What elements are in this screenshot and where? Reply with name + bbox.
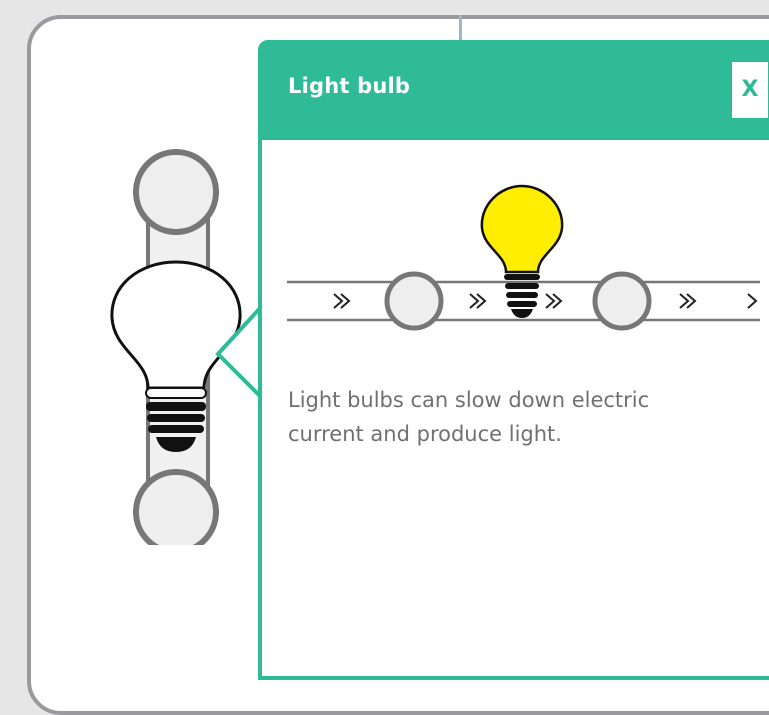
bottom-connector[interactable] [133,469,219,545]
info-popup: Light bulb X [258,40,769,680]
popup-title: Light bulb [288,74,411,98]
circuit-illustration [287,184,760,331]
connector-left [384,271,444,331]
close-button[interactable]: X [732,62,768,118]
popup-header: Light bulb X [262,44,769,140]
top-wire [459,15,462,43]
top-connector[interactable] [133,149,219,235]
popup-description: Light bulbs can slow down electric curre… [288,388,650,446]
connector-right [592,271,652,331]
